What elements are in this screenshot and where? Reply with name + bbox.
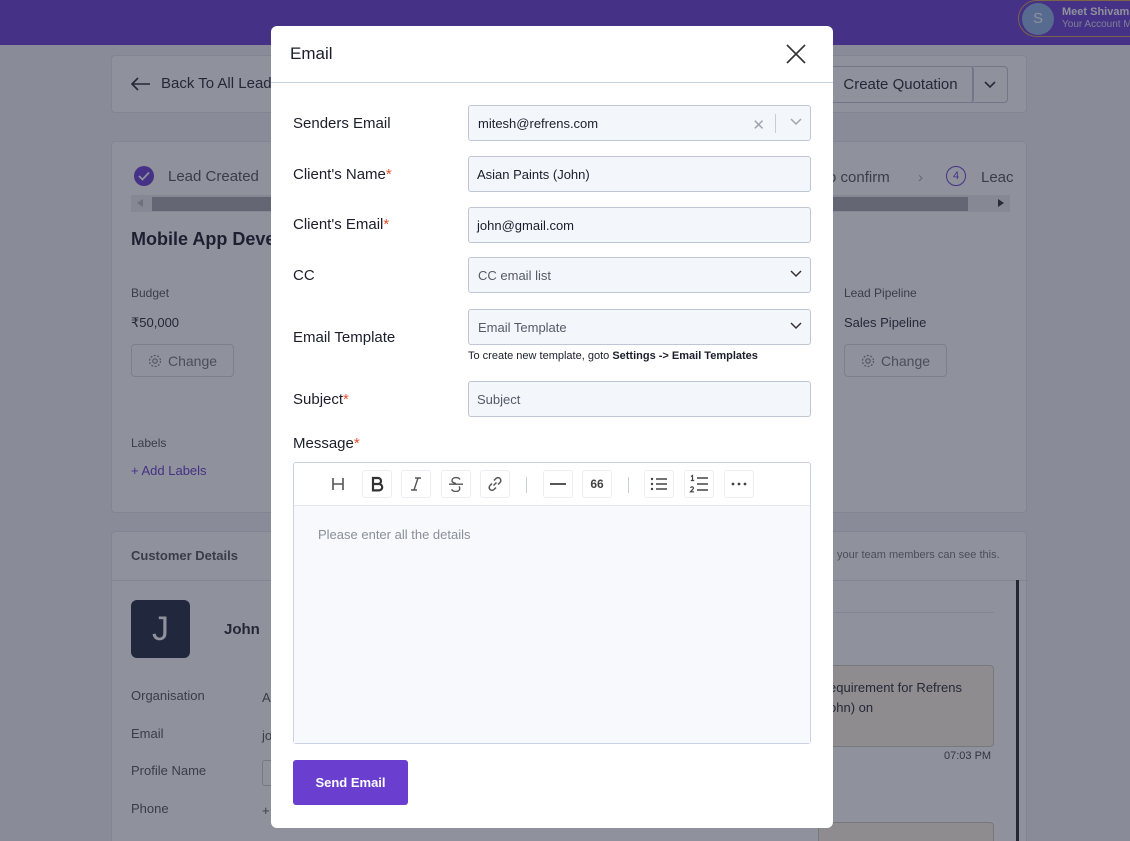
send-email-button[interactable]: Send Email <box>293 760 408 805</box>
bold-icon <box>371 476 384 492</box>
subject-input[interactable]: Subject <box>468 381 811 417</box>
link-button[interactable] <box>480 470 510 498</box>
email-template-label: Email Template <box>293 329 396 346</box>
editor-toolbar: 66 <box>294 463 810 506</box>
cc-placeholder: CC email list <box>478 267 551 283</box>
bullet-list-icon <box>650 477 667 491</box>
required-mark: * <box>383 216 390 233</box>
bullet-list-button[interactable] <box>644 470 674 498</box>
numbered-list-icon <box>689 474 708 493</box>
email-template-select[interactable]: Email Template <box>468 309 811 345</box>
required-mark: * <box>385 166 392 183</box>
email-modal: Email Senders Email mitesh@refrens.com ✕… <box>271 26 833 828</box>
close-icon[interactable] <box>785 43 807 65</box>
blockquote-button[interactable]: 66 <box>582 470 612 498</box>
client-email-field[interactable]: john@gmail.com <box>468 207 811 243</box>
link-icon <box>488 476 502 492</box>
senders-email-select[interactable]: mitesh@refrens.com ✕ <box>468 105 811 141</box>
more-options-button[interactable] <box>724 470 754 498</box>
client-name-label: Client's Name* <box>293 166 392 183</box>
clear-icon[interactable]: ✕ <box>752 116 765 134</box>
chevron-down-icon <box>790 270 802 278</box>
bold-button[interactable] <box>362 470 392 498</box>
client-email-value: john@gmail.com <box>477 217 575 233</box>
senders-email-value: mitesh@refrens.com <box>478 115 599 131</box>
italic-button[interactable] <box>401 470 431 498</box>
message-editor: 66 Please enter all the details <box>293 462 811 744</box>
strikethrough-icon <box>449 476 463 492</box>
heading-icon <box>332 478 344 490</box>
client-email-label: Client's Email* <box>293 216 390 233</box>
chevron-down-icon <box>790 322 802 330</box>
message-label: Message* <box>293 435 360 452</box>
template-hint: To create new template, goto Settings ->… <box>468 350 758 362</box>
senders-email-label: Senders Email <box>293 115 391 132</box>
quote-icon: 66 <box>590 477 604 491</box>
required-mark: * <box>353 435 360 452</box>
client-name-field[interactable]: Asian Paints (John) <box>468 156 811 192</box>
cc-label: CC <box>293 267 315 284</box>
divider <box>775 114 776 133</box>
required-mark: * <box>343 391 349 408</box>
cc-select[interactable]: CC email list <box>468 257 811 293</box>
numbered-list-button[interactable] <box>684 470 714 498</box>
toolbar-separator <box>526 477 527 493</box>
toolbar-separator <box>628 477 629 493</box>
chevron-down-icon[interactable] <box>790 118 802 126</box>
horizontal-rule-icon <box>550 483 566 485</box>
horizontal-rule-button[interactable] <box>543 470 573 498</box>
more-horizontal-icon <box>731 482 747 486</box>
message-textarea[interactable]: Please enter all the details <box>294 506 810 743</box>
client-name-value: Asian Paints (John) <box>477 166 590 182</box>
subject-placeholder: Subject <box>477 391 521 407</box>
heading-button[interactable] <box>323 470 353 498</box>
modal-title: Email <box>290 44 333 63</box>
email-template-placeholder: Email Template <box>478 319 567 335</box>
subject-label: Subject* <box>293 391 349 408</box>
italic-icon <box>411 477 421 491</box>
settings-link[interactable]: Settings -> Email Templates <box>612 350 758 362</box>
message-placeholder: Please enter all the details <box>318 527 471 542</box>
strikethrough-button[interactable] <box>441 470 471 498</box>
modal-header: Email <box>271 26 833 83</box>
